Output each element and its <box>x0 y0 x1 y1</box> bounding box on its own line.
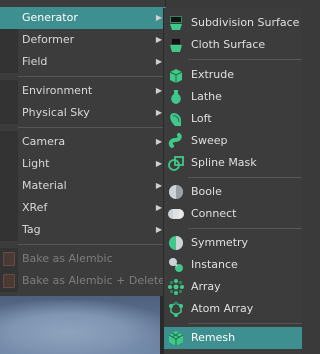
menu-item-label: XRef <box>22 201 48 214</box>
subdivision-surface-icon <box>170 16 182 30</box>
menu-item-light[interactable]: Light ▶ <box>0 153 166 175</box>
submenu-item-instance[interactable]: Instance <box>164 254 302 276</box>
submenu-item-spline-mask[interactable]: Spline Mask <box>164 152 302 174</box>
submenu-arrow-icon: ▶ <box>155 86 162 95</box>
menu-separator <box>188 177 302 178</box>
submenu-item-label: Boole <box>191 185 222 198</box>
submenu-item-label: Loft <box>191 112 212 125</box>
menu-item-tag[interactable]: Tag ▶ <box>0 219 166 241</box>
submenu-arrow-icon: ▶ <box>155 137 162 146</box>
submenu-item-cloth-surface[interactable]: Cloth Surface <box>164 34 302 56</box>
menu-item-label: Environment <box>22 84 93 97</box>
submenu-arrow-icon: ▶ <box>155 108 162 117</box>
cloth-surface-icon <box>170 39 182 52</box>
alembic-icon <box>3 274 15 288</box>
submenu-item-boole[interactable]: Boole <box>164 181 302 203</box>
menu-item-generator[interactable]: Generator ▶ <box>0 7 166 29</box>
menu-separator <box>188 228 302 229</box>
alembic-icon <box>3 252 15 266</box>
menu-item-label: Material <box>22 179 67 192</box>
loft-icon <box>170 113 181 126</box>
menu-item-xref[interactable]: XRef ▶ <box>0 197 166 219</box>
submenu-item-label: Spline Mask <box>191 156 257 169</box>
submenu-arrow-icon: ▶ <box>155 225 162 234</box>
array-icon <box>168 279 184 295</box>
instance-icon <box>169 258 183 272</box>
sweep-icon <box>168 133 182 148</box>
submenu-item-label: Atom Array <box>191 302 254 315</box>
menu-separator <box>18 244 166 245</box>
sky-cloud <box>0 300 170 354</box>
boole-icon <box>169 185 183 199</box>
menu-item-label: Bake as Alembic <box>22 252 113 265</box>
submenu-item-remesh[interactable]: Remesh <box>164 327 302 349</box>
menu-separator <box>18 127 166 128</box>
extrude-icon <box>169 69 183 83</box>
submenu-item-label: Subdivision Surface <box>191 16 300 29</box>
atom-array-icon <box>169 301 183 317</box>
submenu-item-atom-array[interactable]: Atom Array <box>164 298 302 320</box>
submenu-item-symmetry[interactable]: Symmetry <box>164 232 302 254</box>
generator-submenu: Subdivision Surface Cloth Surface Extrud… <box>163 8 302 354</box>
submenu-item-array[interactable]: Array <box>164 276 302 298</box>
remesh-icon <box>168 331 184 346</box>
submenu-item-sweep[interactable]: Sweep <box>164 130 302 152</box>
submenu-item-label: Extrude <box>191 68 235 81</box>
submenu-arrow-icon: ▶ <box>155 203 162 212</box>
menu-item-camera[interactable]: Camera ▶ <box>0 131 166 153</box>
menu-separator <box>188 59 302 60</box>
menu-item-label: Light <box>22 157 50 170</box>
create-menu: Generator ▶ Deformer ▶ Field ▶ Environme… <box>0 0 166 296</box>
menu-item-label: Tag <box>22 223 41 236</box>
menu-item-field[interactable]: Field ▶ <box>0 51 166 73</box>
menu-item-label: Generator <box>22 11 78 24</box>
submenu-arrow-icon: ▶ <box>155 35 162 44</box>
submenu-arrow-icon: ▶ <box>155 57 162 66</box>
submenu-item-label: Remesh <box>191 331 236 344</box>
menu-item-label: Bake as Alembic + Delete <box>22 274 165 287</box>
submenu-item-label: Lathe <box>191 90 222 103</box>
submenu-item-lathe[interactable]: Lathe <box>164 86 302 108</box>
connect-icon <box>168 209 184 219</box>
submenu-item-loft[interactable]: Loft <box>164 108 302 130</box>
menu-separator <box>188 323 302 324</box>
submenu-arrow-icon: ▶ <box>155 181 162 190</box>
submenu-item-label: Sweep <box>191 134 228 147</box>
menu-item-physical-sky[interactable]: Physical Sky ▶ <box>0 102 166 124</box>
submenu-item-connect[interactable]: Connect <box>164 203 302 225</box>
menu-item-bake-alembic[interactable]: Bake as Alembic <box>0 248 166 270</box>
menu-item-label: Field <box>22 55 48 68</box>
menu-separator <box>18 76 166 77</box>
menu-item-label: Physical Sky <box>22 106 90 119</box>
submenu-item-label: Instance <box>191 258 238 271</box>
symmetry-icon <box>169 236 183 250</box>
submenu-arrow-icon: ▶ <box>155 13 162 22</box>
menu-item-bake-alembic-delete[interactable]: Bake as Alembic + Delete <box>0 270 166 292</box>
submenu-arrow-icon: ▶ <box>155 159 162 168</box>
submenu-item-subdivision-surface[interactable]: Subdivision Surface <box>164 12 302 34</box>
submenu-item-label: Symmetry <box>191 236 249 249</box>
submenu-item-label: Connect <box>191 207 237 220</box>
menu-item-label: Deformer <box>22 33 75 46</box>
menu-item-environment[interactable]: Environment ▶ <box>0 80 166 102</box>
submenu-item-label: Cloth Surface <box>191 38 266 51</box>
spline-mask-icon <box>168 156 184 171</box>
lathe-icon <box>171 90 181 104</box>
menu-item-deformer[interactable]: Deformer ▶ <box>0 29 166 51</box>
submenu-item-label: Array <box>191 280 221 293</box>
menu-item-material[interactable]: Material ▶ <box>0 175 166 197</box>
submenu-item-extrude[interactable]: Extrude <box>164 64 302 86</box>
menu-item-label: Camera <box>22 135 66 148</box>
